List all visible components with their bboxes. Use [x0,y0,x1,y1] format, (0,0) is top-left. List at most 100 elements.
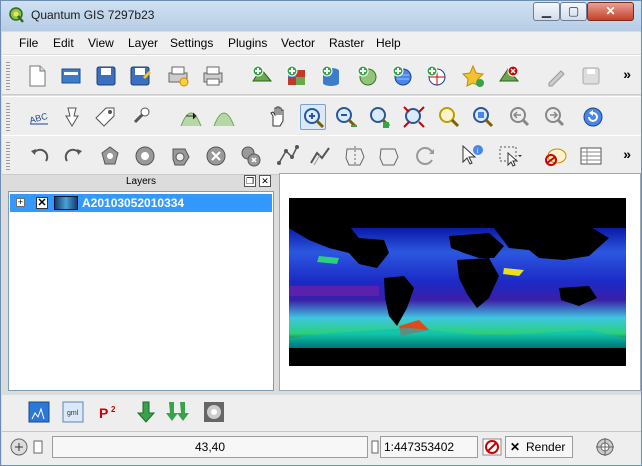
scale-field[interactable]: 1:447353402 [380,436,478,458]
deselect-icon[interactable] [543,143,569,169]
render-checkbox[interactable]: ✕ Render [505,436,573,458]
add-vector-layer-icon[interactable] [249,63,275,89]
add-raster-layer-icon[interactable] [283,63,309,89]
layer-row[interactable]: + ✕ A20103052010334 [10,194,272,212]
zoom-out-icon[interactable] [333,104,359,130]
reshape-icon[interactable] [275,143,301,169]
svg-text:i: i [477,147,479,155]
add-ring-icon[interactable] [97,143,123,169]
undo-icon[interactable] [26,143,52,169]
svg-text:P: P [99,405,108,421]
layer-visibility-checkbox[interactable]: ✕ [36,197,48,209]
layers-panel: Layers ❐ ✕ + ✕ A20103052010334 [8,173,274,391]
raster-layer-icon [54,196,78,210]
zoom-selection-icon[interactable] [436,104,462,130]
menu-raster[interactable]: Raster [329,36,364,50]
pan-icon[interactable] [265,104,291,130]
add-postgis-layer-icon[interactable] [318,63,344,89]
print-composer-icon[interactable] [165,63,191,89]
histogram-icon[interactable] [211,104,237,130]
raster-map-image [289,198,626,366]
download-icon[interactable] [133,399,159,425]
tag-icon[interactable] [92,104,118,130]
pin-icon[interactable] [59,104,85,130]
merge-attributes-icon[interactable] [412,143,438,169]
render-label: Render [526,440,566,454]
maximize-button[interactable]: ▢ [560,2,587,21]
python-icon[interactable]: P2 [96,399,122,425]
redo-icon[interactable] [61,143,87,169]
zoom-layer-icon[interactable] [401,104,427,130]
menu-help[interactable]: Help [376,36,401,50]
svg-text:ABC: ABC [28,111,49,126]
add-wms-layer-icon[interactable] [389,63,415,89]
toggle-extents-icon[interactable] [8,437,30,457]
map-navigation-toolbar: ABC [2,96,641,136]
georeferencer-icon[interactable]: gml [60,399,86,425]
open-project-icon[interactable] [58,63,84,89]
menu-file[interactable]: File [19,36,38,50]
identify-icon[interactable]: i [458,143,484,169]
add-island-icon[interactable] [132,143,158,169]
add-wfs-layer-icon[interactable] [423,63,449,89]
toolbar-grip[interactable] [6,103,10,131]
save-as-icon[interactable] [127,63,153,89]
toolbar-overflow-chevron[interactable]: » [623,66,631,82]
histogram-stretch-icon[interactable] [178,104,204,130]
close-panel-icon[interactable]: ✕ [259,175,271,187]
save-project-icon[interactable] [93,63,119,89]
menu-vector[interactable]: Vector [281,36,315,50]
zoom-native-icon[interactable] [470,104,496,130]
menu-view[interactable]: View [88,36,114,50]
projection-status-icon[interactable] [594,437,616,457]
toggle-editing-icon[interactable] [543,63,569,89]
layers-list: + ✕ A20103052010334 [8,191,274,391]
map-canvas[interactable] [279,173,641,391]
zoom-full-icon[interactable] [367,104,393,130]
merge-icon[interactable] [376,143,402,169]
print-icon[interactable] [200,63,226,89]
zoom-next-icon[interactable] [541,104,567,130]
minimize-button[interactable]: ▁ [533,2,560,21]
menu-bar: File Edit View Layer Settings Plugins Ve… [2,32,641,54]
delete-part-icon[interactable] [238,143,264,169]
offset-curve-icon[interactable] [307,143,333,169]
save-edits-icon[interactable] [578,63,604,89]
menu-settings[interactable]: Settings [170,36,213,50]
advanced-editing-toolbar: i » [2,135,641,175]
toolbar-grip[interactable] [6,142,10,170]
select-icon[interactable] [496,143,522,169]
split-icon[interactable] [342,143,368,169]
refresh-icon[interactable] [580,104,606,130]
new-shapefile-icon[interactable] [460,63,486,89]
qgis-logo-icon [9,7,24,23]
fill-ring-icon[interactable] [168,143,194,169]
delete-ring-icon[interactable] [203,143,229,169]
toolbar-grip[interactable] [6,62,10,90]
float-panel-icon[interactable]: ❐ [244,175,256,187]
label-icon[interactable]: ABC [26,104,52,130]
toolbar-overflow-chevron[interactable]: » [623,146,631,162]
expand-icon[interactable]: + [16,198,25,207]
stop-rendering-icon[interactable] [481,437,503,457]
menu-layer[interactable]: Layer [128,36,158,50]
attribute-table-icon[interactable] [578,143,604,169]
close-button[interactable]: ✕ [587,2,634,21]
coordinate-field[interactable]: 43,40 [52,436,368,458]
heatmap-icon[interactable] [201,399,227,425]
svg-text:2: 2 [111,405,116,414]
new-project-icon[interactable] [24,63,50,89]
zoom-last-icon[interactable] [506,104,532,130]
bulk-download-icon[interactable] [165,399,191,425]
menu-edit[interactable]: Edit [53,36,74,50]
menu-plugins[interactable]: Plugins [228,36,267,50]
file-toolbar: » [2,55,641,95]
render-check-icon: ✕ [510,440,521,454]
status-bar: 43,40 1:447353402 ✕ Render [2,431,641,465]
raster-calculator-icon[interactable] [26,399,52,425]
remove-layer-icon[interactable] [496,63,522,89]
add-spatialite-layer-icon[interactable] [354,63,380,89]
rotate-label-icon[interactable] [129,104,155,130]
zoom-in-icon[interactable] [300,104,326,130]
app-window: Quantum GIS 7297b23 ▁ ▢ ✕ File Edit View… [0,0,642,466]
